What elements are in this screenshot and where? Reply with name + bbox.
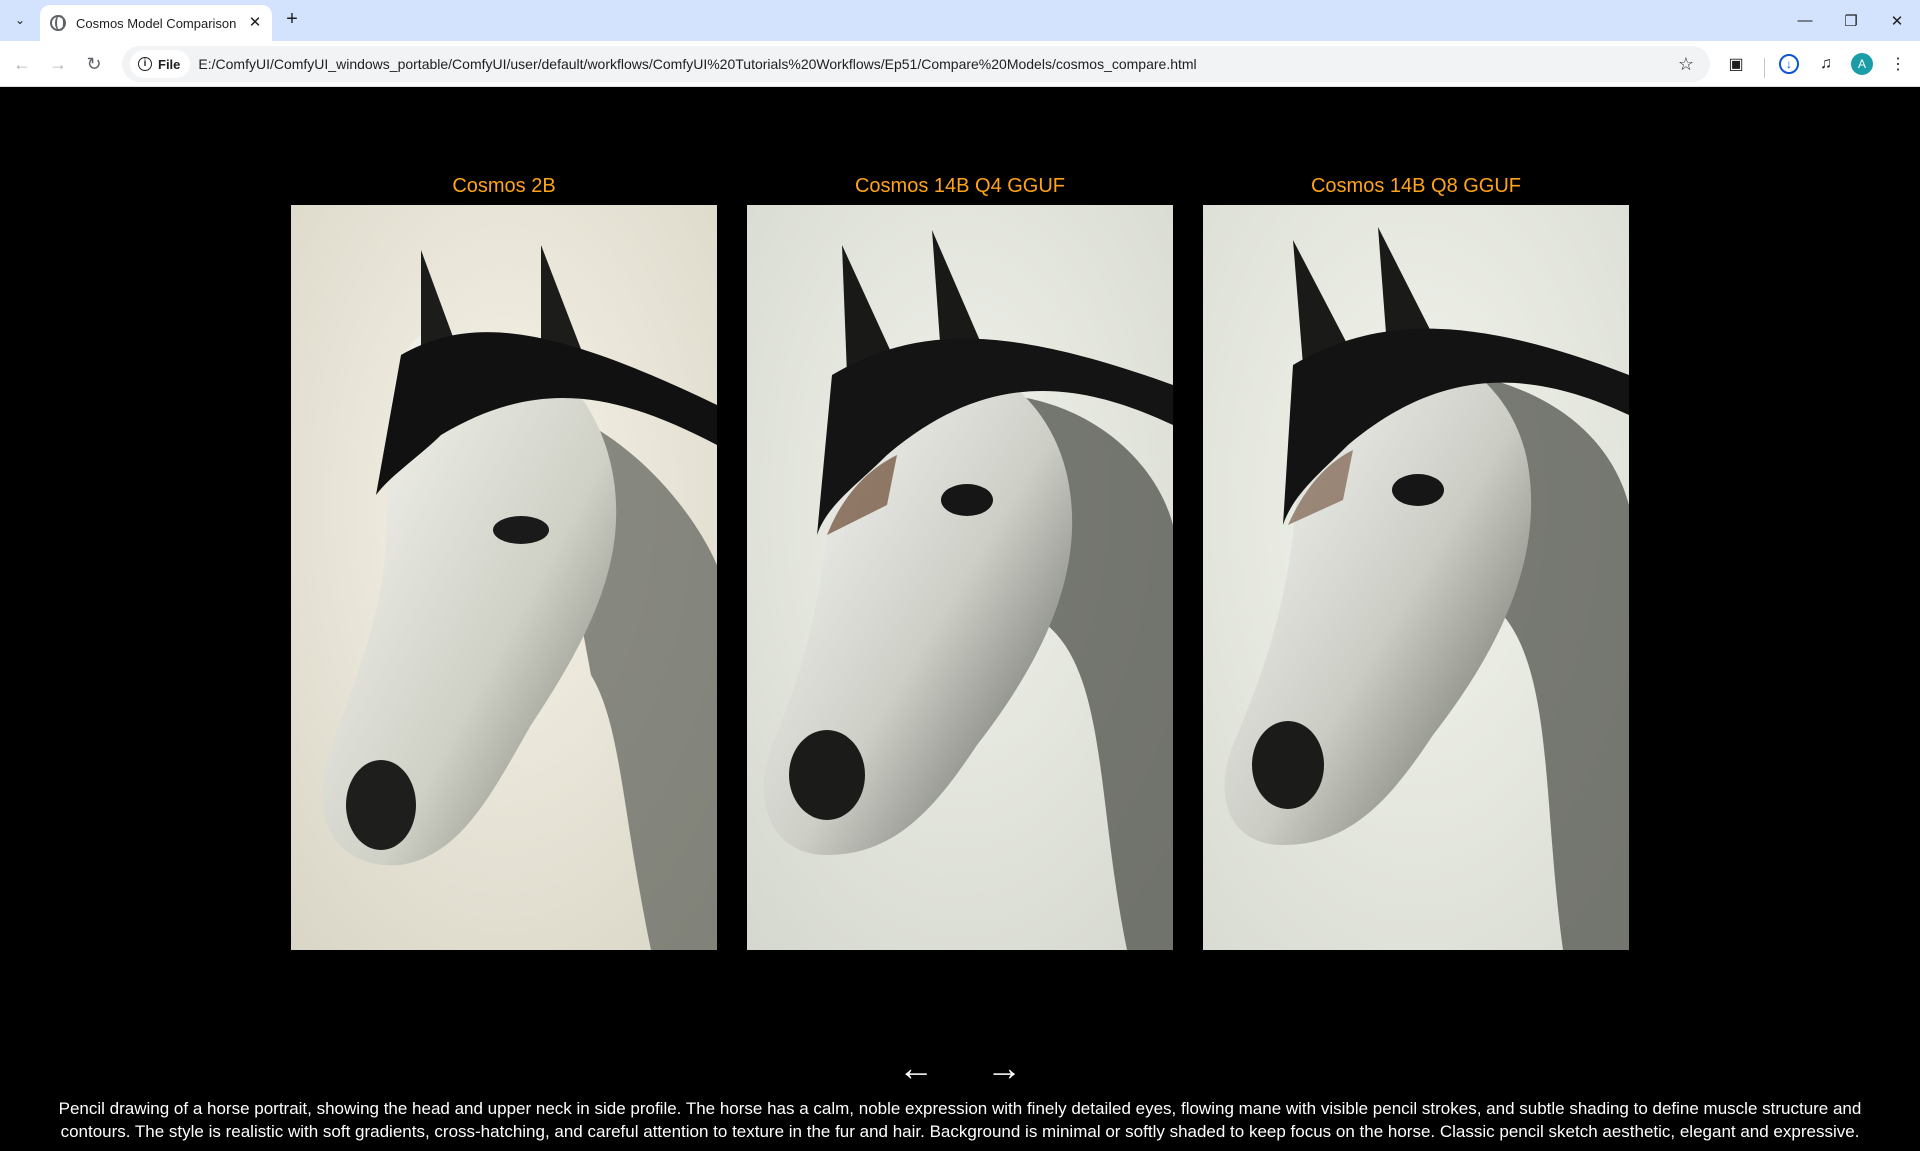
address-bar[interactable]: i File E:/ComfyUI/ComfyUI_windows_portab… — [122, 46, 1710, 82]
media-controls-icon[interactable]: ♫ — [1812, 50, 1840, 78]
tab-active[interactable]: Cosmos Model Comparison ✕ — [40, 5, 272, 41]
url-text[interactable]: E:/ComfyUI/ComfyUI_windows_portable/Comf… — [198, 56, 1710, 72]
star-icon[interactable]: ☆ — [1676, 54, 1696, 74]
next-button[interactable]: → — [982, 1050, 1026, 1087]
arrow-right-icon[interactable]: → — [44, 50, 72, 78]
model-title: Cosmos 14B Q4 GGUF — [854, 175, 1066, 197]
chevron-down-icon[interactable]: ⌄ — [8, 8, 32, 32]
avatar[interactable]: A — [1851, 53, 1873, 75]
close-icon[interactable]: ✕ — [246, 14, 264, 32]
horse-portrait-image — [1203, 205, 1629, 950]
puzzle-icon[interactable]: ▣ — [1722, 50, 1750, 78]
model-title: Cosmos 14B Q8 GGUF — [1310, 175, 1522, 197]
page-content: Cosmos 2B Cosmos 14B Q4 GGUF Cosmos 14B … — [0, 87, 1920, 1151]
browser-toolbar: ← → ↻ i File E:/ComfyUI/ComfyUI_windows_… — [0, 41, 1920, 87]
model-gallery: Cosmos 2B Cosmos 14B Q4 GGUF Cosmos 14B … — [291, 173, 1629, 950]
plus-icon[interactable]: + — [280, 8, 304, 32]
gallery-navigation: ← → — [0, 1050, 1920, 1087]
info-icon: i — [138, 57, 152, 71]
prompt-caption: Pencil drawing of a horse portrait, show… — [58, 1099, 1862, 1141]
globe-icon — [50, 15, 66, 31]
reload-icon[interactable]: ↻ — [80, 50, 108, 78]
previous-button[interactable]: ← — [894, 1050, 938, 1087]
model-title: Cosmos 2B — [452, 175, 556, 197]
download-icon[interactable]: ↓ — [1775, 50, 1803, 78]
model-panel: Cosmos 14B Q8 GGUF — [1203, 173, 1629, 950]
tab-strip: ⌄ Cosmos Model Comparison ✕ + — ❐ ✕ — [0, 0, 1920, 41]
model-panel: Cosmos 14B Q4 GGUF — [747, 173, 1173, 950]
horse-portrait-image — [747, 205, 1173, 950]
arrow-left-icon[interactable]: ← — [8, 50, 36, 78]
model-panel: Cosmos 2B — [291, 173, 717, 950]
site-info-chip[interactable]: i File — [130, 50, 191, 78]
kebab-menu-icon[interactable]: ⋮ — [1884, 50, 1912, 78]
minimize-icon[interactable]: — — [1780, 0, 1830, 41]
tab-title: Cosmos Model Comparison — [76, 15, 237, 31]
restore-icon[interactable]: ❐ — [1826, 0, 1876, 41]
site-info-label: File — [158, 56, 181, 72]
horse-portrait-image — [291, 205, 717, 950]
toolbar-divider — [1764, 58, 1765, 78]
window-close-icon[interactable]: ✕ — [1872, 0, 1920, 41]
